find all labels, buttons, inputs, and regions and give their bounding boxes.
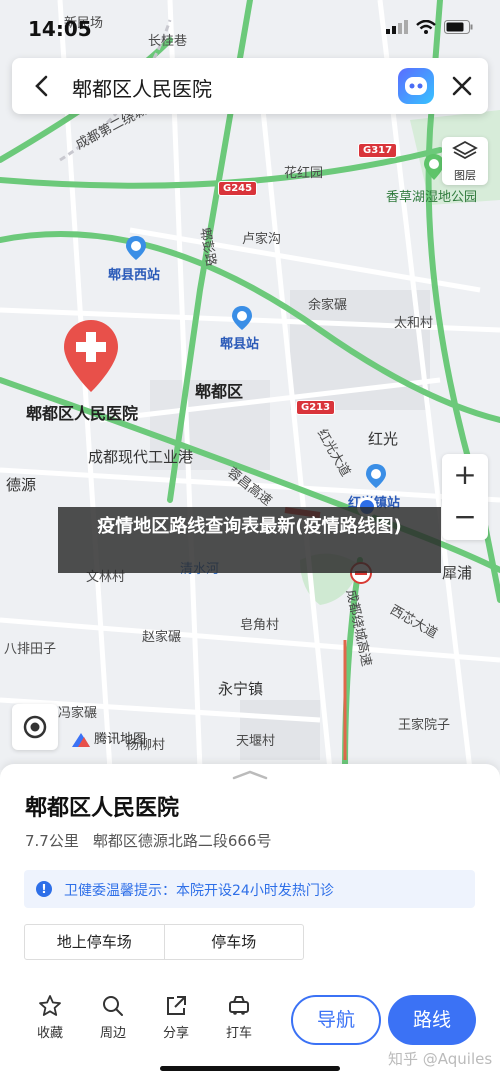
signal-icon (386, 20, 408, 34)
park-icon[interactable] (424, 154, 444, 180)
zoom-out-button[interactable]: − (442, 498, 488, 540)
place-address: 郫都区德源北路二段666号 (92, 832, 272, 850)
map-label: 郫县站 (220, 337, 260, 352)
station-icon[interactable] (366, 464, 386, 488)
map-provider-logo: 腾讯地图 (72, 728, 146, 747)
road-badge: G245 (218, 181, 258, 196)
status-icons (386, 20, 474, 34)
map-label: 郫都区人民医院 (26, 404, 139, 423)
map-label: 成都现代工业港 (88, 448, 194, 466)
status-time: 14:05 (28, 17, 92, 41)
map-label: 赵家碾 (142, 630, 182, 645)
tencent-map-icon (72, 732, 90, 747)
search-query[interactable]: 郫都区人民医院 (72, 73, 212, 102)
status-bar: 14:05 (0, 0, 500, 56)
layers-button[interactable]: 图层 (442, 137, 488, 185)
home-indicator[interactable] (160, 1066, 340, 1071)
place-meta: 7.7公里 郫都区德源北路二段666号 (25, 830, 286, 851)
map-label: 红光 (368, 430, 399, 448)
map-label: 王家院子 (398, 718, 451, 733)
notice-text: 卫健委温馨提示：本院开设24小时发热门诊 (64, 883, 334, 899)
station-icon[interactable] (126, 236, 146, 260)
favorite-label: 收藏 (36, 1026, 63, 1041)
layers-icon (452, 140, 478, 160)
navigate-button[interactable]: 导航 (291, 995, 381, 1045)
layers-label: 图层 (454, 169, 476, 182)
map-label: 冯家碾 (58, 706, 98, 721)
taxi-label: 打车 (225, 1026, 252, 1041)
search-bar[interactable]: 郫都区人民医院 (12, 58, 488, 114)
battery-icon (444, 20, 473, 34)
sheet-handle-icon[interactable] (232, 770, 268, 780)
map-label: 郫县西站 (108, 268, 161, 283)
map-label: 皂角村 (240, 618, 280, 633)
road-badge: G317 (358, 143, 398, 158)
place-title: 郫都区人民医院 (25, 796, 180, 821)
share-icon (167, 996, 186, 1015)
map-label: 犀浦 (442, 564, 473, 582)
action-bar: 收藏 周边 分享 打车 导航 路线 (0, 984, 500, 1054)
overlay-banner-text: 疫情地区路线查询表最新(疫情路线图) (97, 516, 402, 537)
place-detail-sheet[interactable]: 郫都区人民医院 7.7公里 郫都区德源北路二段666号 ! 卫健委温馨提示：本院开… (0, 764, 500, 1082)
zoom-in-button[interactable]: + (442, 454, 488, 496)
road-badge: G213 (296, 400, 336, 415)
voice-assistant-icon[interactable] (398, 68, 434, 104)
nearby-label: 周边 (99, 1026, 126, 1041)
assistant-face-icon (405, 77, 427, 95)
close-icon[interactable] (448, 72, 476, 100)
notice-banner[interactable]: ! 卫健委温馨提示：本院开设24小时发热门诊 (24, 870, 475, 908)
nearby-button[interactable]: 周边 (88, 994, 138, 1041)
map-label: 卢家沟 (242, 232, 282, 247)
taxi-button[interactable]: 打车 (214, 994, 264, 1041)
map-label: 永宁镇 (218, 680, 264, 698)
map-label: 太和村 (394, 316, 434, 331)
share-label: 分享 (162, 1026, 189, 1041)
zoom-control: + − (442, 454, 488, 540)
favorite-button[interactable]: 收藏 (25, 994, 75, 1041)
search-icon (103, 996, 123, 1016)
parking-tabs: 地上停车场 停车场 (24, 924, 304, 960)
hospital-pin-icon[interactable] (64, 320, 118, 392)
locate-icon (23, 715, 47, 739)
map-view[interactable]: 新民场 长桂巷 成都第二绕城 花红园 香草湖湿地公园 郫彭路 卢家沟 郫县西站 … (0, 0, 500, 770)
route-button[interactable]: 路线 (388, 995, 476, 1045)
taxi-icon (229, 996, 249, 1015)
map-label: 余家碾 (308, 298, 348, 313)
map-label: 香草湖湿地公园 (386, 190, 478, 205)
map-label: 德源 (6, 476, 37, 494)
map-label: 天堰村 (236, 734, 276, 749)
back-icon[interactable] (28, 72, 56, 100)
place-distance: 7.7公里 (25, 832, 79, 850)
tab-ground-parking[interactable]: 地上停车场 (25, 925, 164, 959)
overlay-banner: 疫情地区路线查询表最新(疫情路线图) (58, 507, 441, 573)
wifi-icon (416, 20, 436, 34)
map-label: 郫都区 (195, 382, 244, 401)
locate-button[interactable] (12, 704, 58, 750)
star-icon (39, 995, 61, 1016)
watermark: 知乎 @Aquiles (388, 1050, 493, 1068)
info-icon: ! (36, 881, 52, 897)
map-label: 八排田子 (4, 642, 57, 657)
tab-parking[interactable]: 停车场 (163, 925, 304, 959)
station-icon[interactable] (232, 306, 252, 330)
map-label: 花红园 (284, 166, 324, 181)
map-provider-label: 腾讯地图 (94, 732, 147, 747)
share-button[interactable]: 分享 (151, 994, 201, 1041)
